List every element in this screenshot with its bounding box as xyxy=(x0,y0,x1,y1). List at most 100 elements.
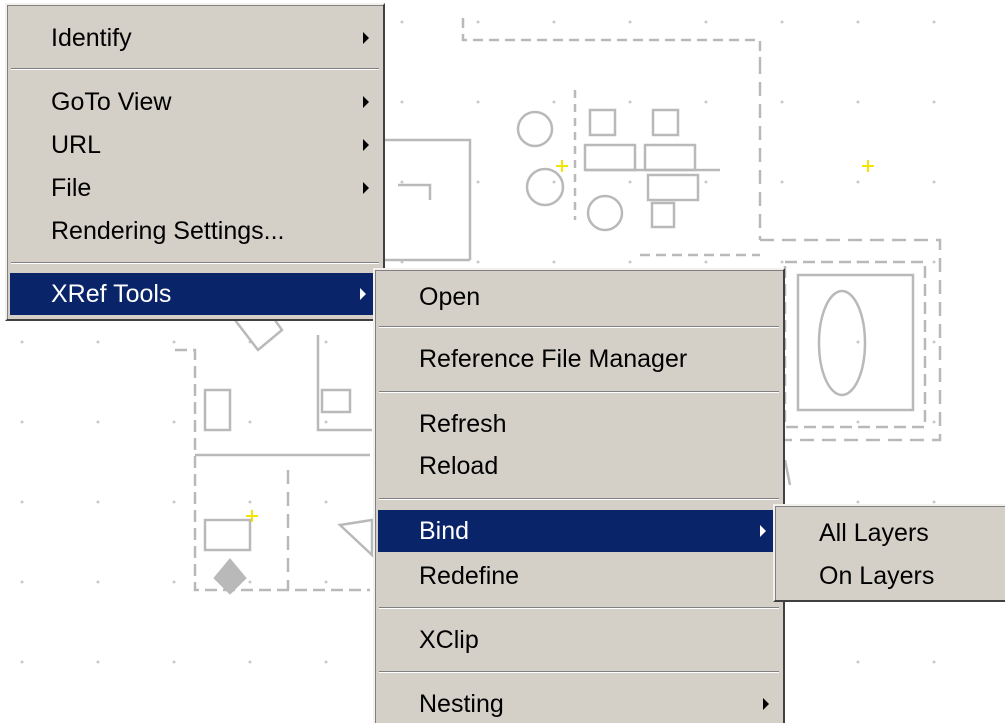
grid-dot xyxy=(96,580,100,584)
grid-dot xyxy=(552,20,556,24)
grid-dot xyxy=(476,180,480,184)
menu-item-file[interactable]: File xyxy=(7,167,383,209)
menu-item-open[interactable]: Open xyxy=(375,276,783,318)
grid-dot xyxy=(932,260,936,264)
grid-dot xyxy=(628,180,632,184)
grid-dot xyxy=(96,660,100,664)
menu-item-label: GoTo View xyxy=(51,88,172,116)
grid-dot xyxy=(476,260,480,264)
menu-item-rendering-settings[interactable]: Rendering Settings... xyxy=(7,210,383,252)
grid-dot xyxy=(552,180,556,184)
grid-dot xyxy=(248,420,252,424)
grid-dot xyxy=(20,580,24,584)
menu-item-bind[interactable]: Bind xyxy=(378,510,780,552)
bind-submenu: All Layers On Layers xyxy=(773,504,1005,602)
grid-dot xyxy=(324,660,328,664)
menu-item-goto-view[interactable]: GoTo View xyxy=(7,81,383,123)
submenu-arrow-icon xyxy=(360,288,366,300)
grid-dot xyxy=(780,180,784,184)
menu-item-label: Bind xyxy=(419,517,470,545)
grid-dot xyxy=(552,100,556,104)
grid-dot xyxy=(856,420,860,424)
grid-dot xyxy=(324,500,328,504)
grid-dot xyxy=(20,340,24,344)
grid-dot xyxy=(20,420,24,424)
submenu-arrow-icon xyxy=(763,698,769,710)
grid-dot xyxy=(856,100,860,104)
xref-tools-submenu: Open Reference File Manager Refresh Relo… xyxy=(373,268,785,723)
grid-dot xyxy=(704,100,708,104)
menu-item-label: Open xyxy=(419,283,481,311)
grid-dot xyxy=(248,580,252,584)
menu-item-url[interactable]: URL xyxy=(7,124,383,166)
grid-dot xyxy=(704,180,708,184)
menu-item-reload[interactable]: Reload xyxy=(375,445,783,487)
menu-item-label: XClip xyxy=(419,626,479,654)
menu-item-label: Redefine xyxy=(419,562,520,590)
grid-dot xyxy=(172,580,176,584)
grid-dot xyxy=(400,180,404,184)
grid-dot xyxy=(932,20,936,24)
grid-dot xyxy=(324,580,328,584)
grid-dot xyxy=(856,340,860,344)
grid-dot xyxy=(932,420,936,424)
grid-dot xyxy=(96,340,100,344)
grid-dot xyxy=(96,500,100,504)
menu-separator xyxy=(379,498,779,500)
menu-item-xref-tools[interactable]: XRef Tools xyxy=(10,273,380,315)
menu-item-label: Reload xyxy=(419,452,499,480)
grid-dot xyxy=(932,100,936,104)
menu-item-label: Nesting xyxy=(419,690,504,718)
submenu-arrow-icon xyxy=(363,139,369,151)
grid-dot xyxy=(628,100,632,104)
menu-item-identify[interactable]: Identify xyxy=(7,17,383,59)
grid-dot xyxy=(932,660,936,664)
submenu-arrow-icon xyxy=(760,525,766,537)
grid-dot xyxy=(704,20,708,24)
submenu-arrow-icon xyxy=(363,96,369,108)
submenu-arrow-icon xyxy=(363,182,369,194)
grid-dot xyxy=(172,340,176,344)
grid-dot xyxy=(552,260,556,264)
menu-separator xyxy=(11,262,379,264)
menu-separator xyxy=(379,326,779,328)
menu-item-xclip[interactable]: XClip xyxy=(375,619,783,661)
menu-item-label: Rendering Settings... xyxy=(51,217,285,245)
menu-item-label: On Layers xyxy=(819,562,935,590)
grid-dot xyxy=(628,20,632,24)
submenu-arrow-icon xyxy=(363,32,369,44)
grid-dot xyxy=(856,20,860,24)
grid-dot xyxy=(476,20,480,24)
grid-dot xyxy=(324,340,328,344)
menu-item-all-layers[interactable]: All Layers xyxy=(775,512,1005,554)
menu-separator xyxy=(379,607,779,609)
menu-item-on-layers[interactable]: On Layers xyxy=(775,555,1005,597)
grid-dot xyxy=(20,500,24,504)
menu-item-redefine[interactable]: Redefine xyxy=(375,555,783,597)
grid-dot xyxy=(324,420,328,424)
grid-dot xyxy=(172,420,176,424)
grid-dot xyxy=(780,100,784,104)
grid-dot xyxy=(780,260,784,264)
grid-dot xyxy=(932,340,936,344)
grid-dot xyxy=(704,260,708,264)
menu-item-label: Refresh xyxy=(419,410,507,438)
menu-item-nesting[interactable]: Nesting xyxy=(375,683,783,725)
menu-item-refresh[interactable]: Refresh xyxy=(375,403,783,445)
grid-dot xyxy=(96,420,100,424)
menu-item-label: XRef Tools xyxy=(51,280,172,308)
grid-dot xyxy=(248,660,252,664)
menu-item-reference-file-manager[interactable]: Reference File Manager xyxy=(375,338,783,380)
grid-dot xyxy=(248,500,252,504)
grid-dot xyxy=(172,660,176,664)
grid-dot xyxy=(780,20,784,24)
menu-item-label: Identify xyxy=(51,24,132,52)
grid-dot xyxy=(476,100,480,104)
menu-item-label: URL xyxy=(51,131,102,159)
menu-separator xyxy=(379,671,779,673)
menu-separator xyxy=(11,68,379,70)
grid-dot xyxy=(628,260,632,264)
menu-separator xyxy=(379,391,779,393)
menu-item-label: File xyxy=(51,174,92,202)
grid-dot xyxy=(932,180,936,184)
